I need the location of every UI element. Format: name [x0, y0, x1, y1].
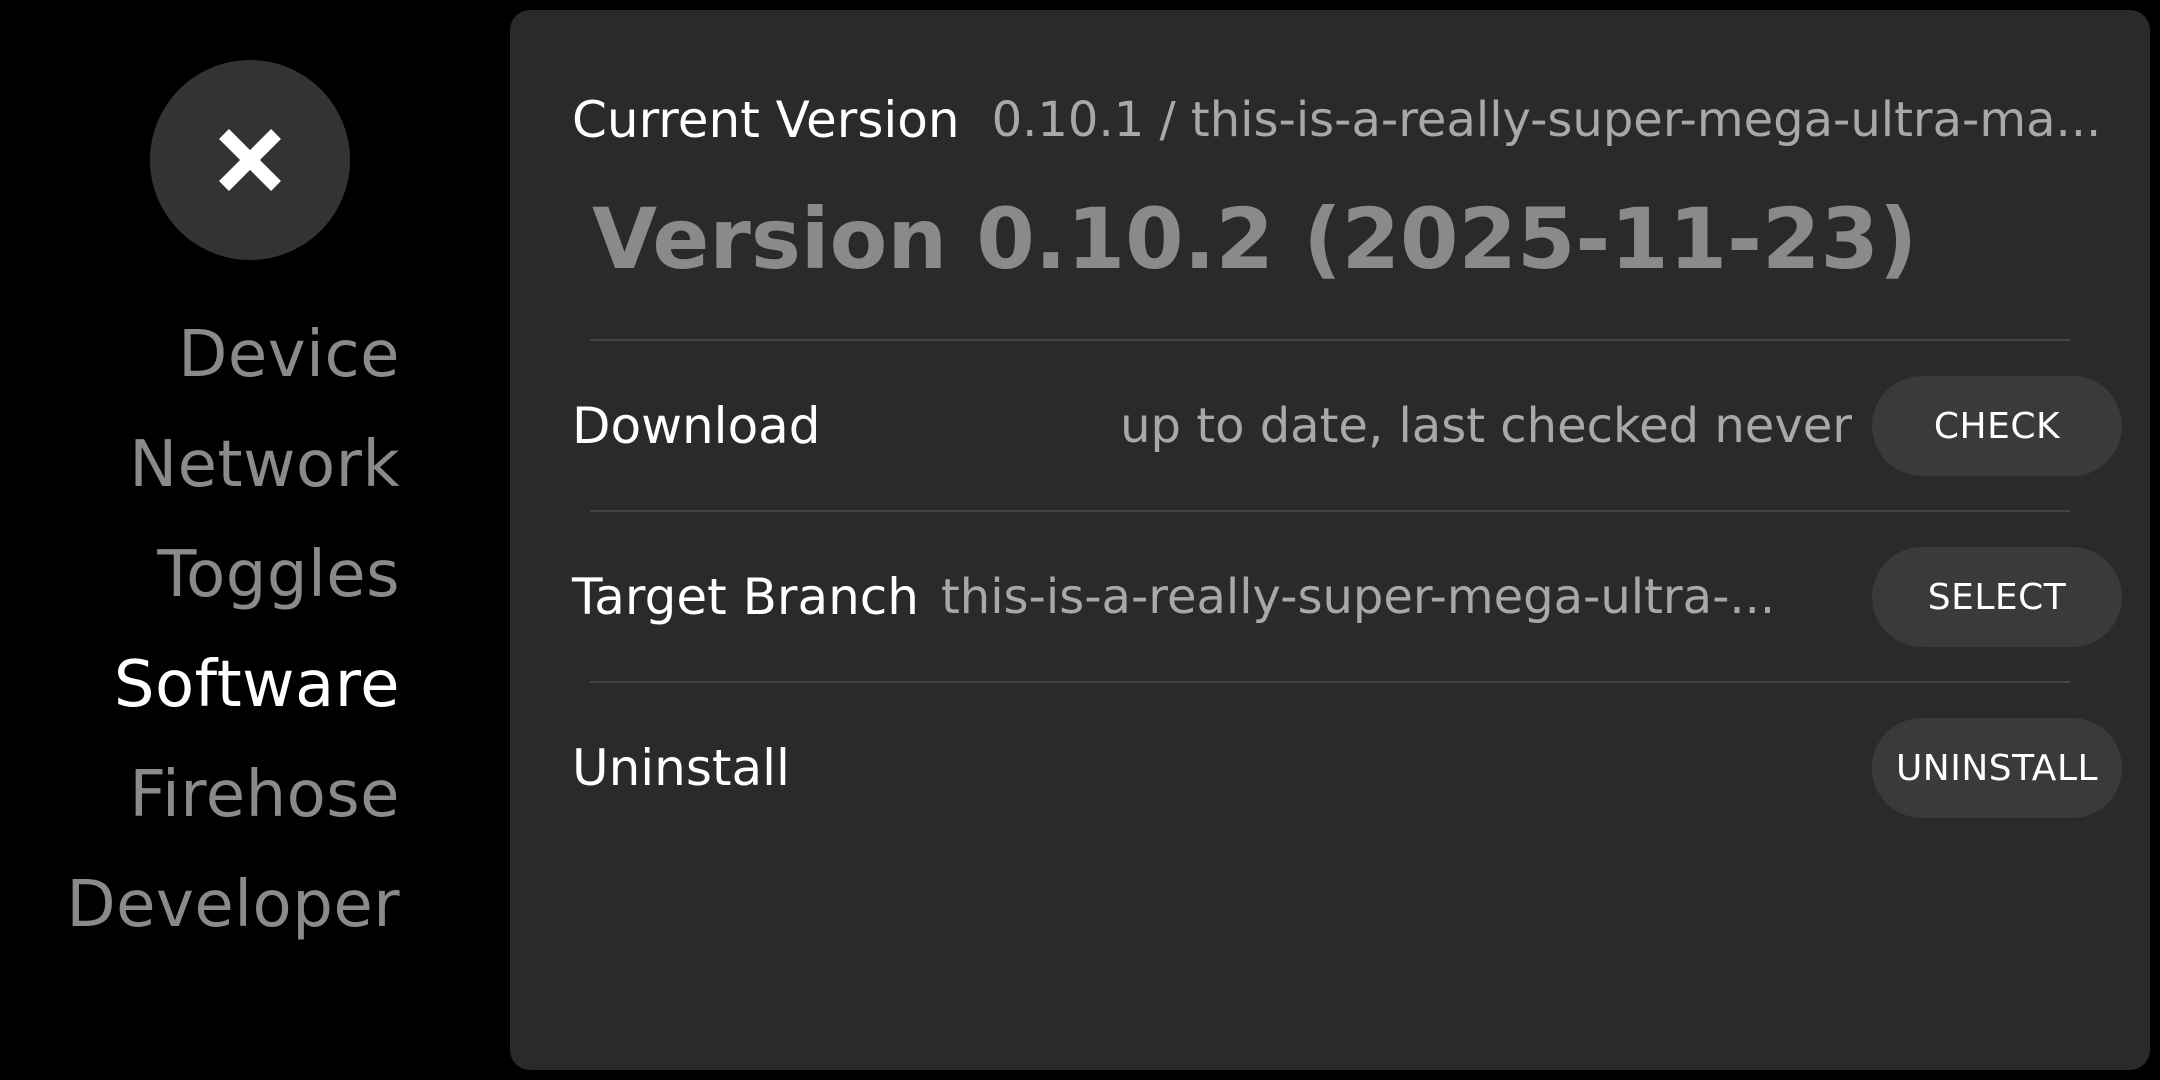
select-button[interactable]: SELECT — [1872, 547, 2122, 647]
sidebar-item-network[interactable]: Network — [0, 410, 400, 520]
sidebar-item-software[interactable]: Software — [0, 630, 400, 740]
software-panel[interactable]: Current Version 0.10.1 / this-is-a-reall… — [510, 10, 2150, 1070]
target-branch-row: Target Branch this-is-a-really-super-meg… — [572, 547, 2122, 647]
check-button[interactable]: CHECK — [1872, 376, 2122, 476]
close-button[interactable] — [150, 60, 350, 260]
sidebar-item-developer[interactable]: Developer — [0, 850, 400, 960]
sidebar-item-toggles[interactable]: Toggles — [0, 520, 400, 630]
divider — [590, 681, 2070, 683]
uninstall-button[interactable]: UNINSTALL — [1872, 718, 2122, 818]
current-version-value: 0.10.1 / this-is-a-really-super-mega-ult… — [991, 92, 2102, 148]
divider — [590, 510, 2070, 512]
download-row: Download up to date, last checked never … — [572, 376, 2122, 476]
settings-screen: Device Network Toggles Software Firehose… — [0, 0, 2160, 1080]
current-version-label: Current Version — [572, 91, 960, 149]
uninstall-row: Uninstall UNINSTALL — [572, 718, 2122, 818]
release-title: Version 0.10.2 (2025-11-23) — [592, 190, 1918, 288]
target-branch-label: Target Branch — [572, 568, 919, 626]
target-branch-value: this-is-a-really-super-mega-ultra-... — [940, 569, 1776, 625]
uninstall-label: Uninstall — [572, 739, 790, 797]
sidebar: Device Network Toggles Software Firehose… — [0, 300, 400, 960]
download-status: up to date, last checked never — [1120, 398, 1852, 454]
sidebar-item-device[interactable]: Device — [0, 300, 400, 410]
sidebar-item-firehose[interactable]: Firehose — [0, 740, 400, 850]
divider — [590, 339, 2070, 341]
download-label: Download — [572, 397, 821, 455]
close-icon — [219, 129, 281, 191]
current-version-row: Current Version 0.10.1 / this-is-a-reall… — [572, 82, 2122, 158]
